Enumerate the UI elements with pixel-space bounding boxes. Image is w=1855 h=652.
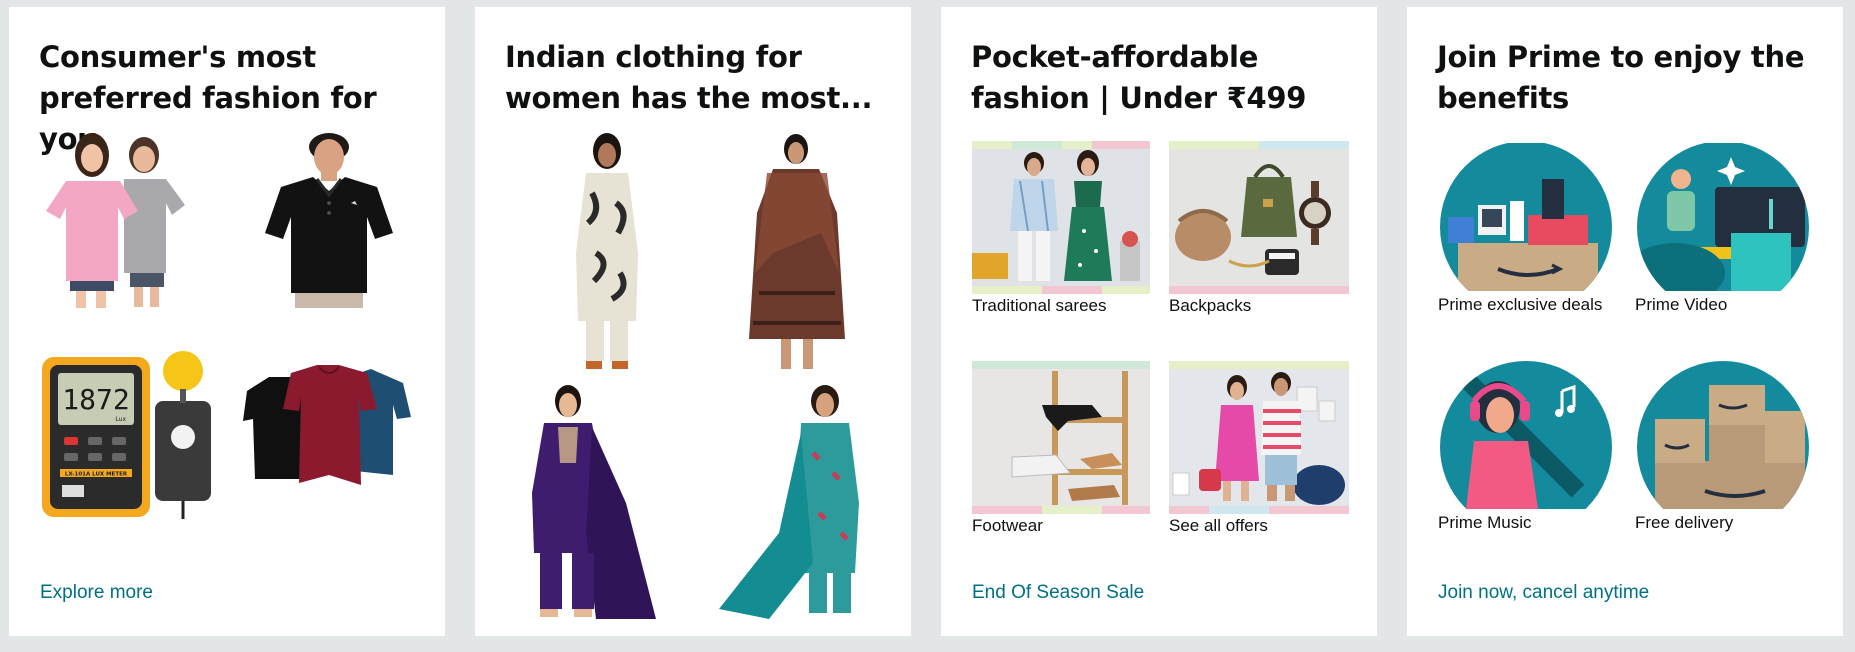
lux-meter-image: 1872 Lux LX-101A LUX METER (42, 351, 211, 519)
category-label: Traditional sarees (972, 296, 1107, 315)
free-delivery-tile[interactable]: Free delivery (1635, 361, 1815, 541)
category-label: Footwear (972, 516, 1043, 535)
category-label: Backpacks (1169, 296, 1252, 315)
card-pocket-affordable: Pocket-affordable fashion | Under ₹499 T… (941, 7, 1377, 636)
womens-tshirts-image (46, 133, 185, 308)
prime-video-tile[interactable]: Prime Video (1635, 143, 1815, 323)
free-delivery-icon (1637, 361, 1809, 509)
product-brown-anarkali[interactable] (709, 133, 884, 378)
card-fashion: Consumer's most preferred fashion for yo… (9, 7, 445, 636)
womens-tops-image (243, 365, 411, 485)
product-cream-kurta[interactable] (506, 133, 681, 378)
meter-unit: Lux (115, 416, 126, 423)
category-backpacks[interactable]: Backpacks (1169, 141, 1349, 321)
prime-exclusive-deals-tile[interactable]: Prime exclusive deals (1438, 143, 1616, 323)
card-title: Indian clothing for women has the most..… (505, 40, 873, 115)
see-all-offers-image (1169, 361, 1349, 514)
category-label: See all offers (1169, 516, 1268, 535)
category-footwear[interactable]: Footwear (972, 361, 1150, 541)
backpacks-image (1169, 141, 1349, 294)
product-teal-kurta[interactable] (709, 383, 884, 628)
brown-anarkali-image (749, 134, 845, 369)
cream-kurta-image (576, 133, 638, 369)
prime-video-icon (1637, 143, 1809, 291)
teal-kurta-image (719, 385, 859, 619)
purple-kurta-image (532, 385, 656, 619)
end-of-season-sale-link[interactable]: End Of Season Sale (972, 582, 1144, 604)
prime-benefit-label: Free delivery (1635, 513, 1734, 532)
explore-more-link[interactable]: Explore more (40, 582, 153, 604)
card-title: Join Prime to enjoy the benefits (1437, 40, 1805, 115)
meter-brand: LX-101A LUX METER (65, 472, 128, 478)
card-title: Pocket-affordable fashion | Under ₹499 (971, 40, 1307, 115)
footwear-image (972, 361, 1150, 514)
prime-deals-icon (1440, 143, 1612, 291)
product-womens-tops[interactable] (243, 345, 418, 520)
card-indian-clothing: Indian clothing for women has the most..… (475, 7, 911, 636)
card-prime: Join Prime to enjoy the benefits Prime e… (1407, 7, 1843, 636)
prime-benefit-label: Prime exclusive deals (1438, 295, 1603, 314)
prime-benefit-label: Prime Music (1438, 513, 1532, 532)
product-lux-meter[interactable]: 1872 Lux LX-101A LUX METER (40, 345, 215, 520)
product-mens-polo[interactable] (243, 133, 418, 308)
traditional-sarees-image (972, 141, 1150, 294)
category-traditional-sarees[interactable]: Traditional sarees (972, 141, 1150, 321)
product-womens-tshirts[interactable] (40, 133, 215, 308)
meter-reading: 1872 (62, 383, 129, 416)
category-see-all-offers[interactable]: See all offers (1169, 361, 1349, 541)
prime-benefit-label: Prime Video (1635, 295, 1728, 314)
prime-music-icon (1440, 361, 1612, 509)
join-prime-link[interactable]: Join now, cancel anytime (1438, 582, 1649, 604)
prime-music-tile[interactable]: Prime Music (1438, 361, 1616, 541)
product-purple-kurta[interactable] (506, 383, 681, 628)
mens-polo-image (265, 133, 393, 308)
